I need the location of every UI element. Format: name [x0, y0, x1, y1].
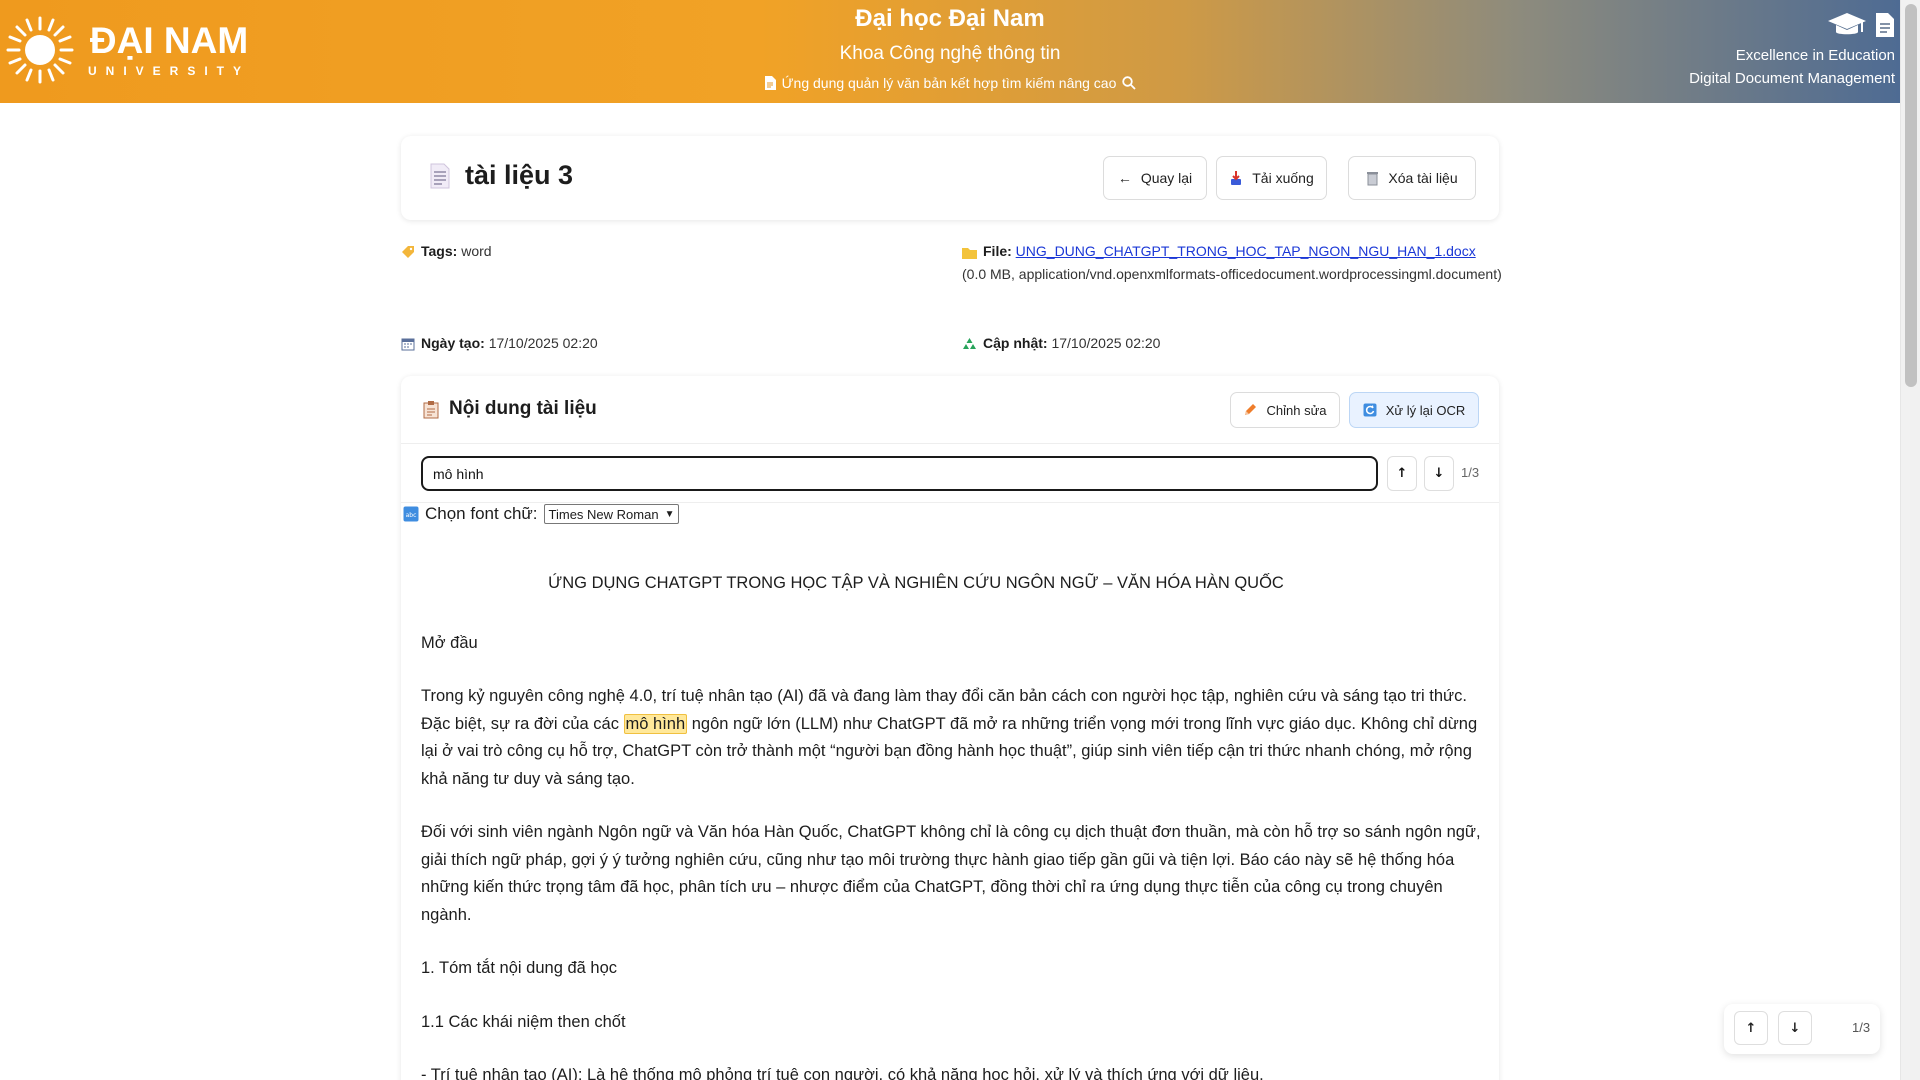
logo-subtitle: UNIVERSITY — [88, 64, 251, 78]
site-tagline: Ứng dụng quản lý văn bản kết hợp tìm kiế… — [781, 75, 1117, 91]
sun-logo-icon — [6, 16, 74, 84]
recycle-icon — [963, 338, 976, 349]
calendar-icon — [401, 338, 415, 351]
logo-name: ĐẠI NAM — [89, 20, 249, 61]
document-title: tài liệu 3 — [465, 160, 574, 190]
back-button-label: Quay lại — [1140, 170, 1193, 186]
site-subtitle: Khoa Công nghệ thông tin — [839, 43, 1061, 64]
arrow-down-icon: ↓ — [1789, 1020, 1801, 1036]
search-icon — [1122, 76, 1137, 90]
file-icon — [1876, 13, 1894, 37]
floating-next-button[interactable]: ↓ — [1778, 1011, 1812, 1045]
next-match-button[interactable]: ↓ — [1424, 456, 1454, 491]
document-icon — [430, 163, 450, 188]
back-button[interactable]: ← Quay lại — [1103, 156, 1207, 200]
header-right-line2: Digital Document Management — [1689, 70, 1895, 87]
tag-icon — [402, 246, 414, 258]
document-heading: ỨNG DỤNG CHATGPT TRONG HỌC TẬP VÀ NGHIÊN… — [548, 574, 1284, 592]
font-chooser-label: Chọn font chữ: — [425, 504, 538, 523]
intro-label: Mở đầu — [421, 633, 478, 652]
svg-text:abc: abc — [406, 512, 417, 519]
university-logo[interactable]: ĐẠI NAM UNIVERSITY — [5, 12, 280, 88]
meta-created: Ngày tạo: 17/10/2025 02:20 — [401, 332, 598, 355]
header-right-line1: Excellence in Education — [1735, 47, 1895, 64]
created-label: Ngày tạo: — [421, 335, 485, 351]
graduation-cap-icon — [1828, 13, 1866, 35]
document-title-card: tài liệu 3 ← Quay lại Tải xuống Xóa tài … — [401, 136, 1499, 220]
section-1-1-heading: 1.1 Các khái niệm then chốt — [421, 1012, 626, 1031]
pencil-icon — [1245, 404, 1257, 415]
reprocess-ocr-label: Xử lý lại OCR — [1385, 402, 1466, 418]
edit-button-label: Chỉnh sửa — [1266, 402, 1327, 418]
content-search-input[interactable] — [421, 456, 1378, 491]
download-button-label: Tải xuống — [1252, 170, 1314, 186]
clipboard-icon — [423, 400, 439, 418]
floating-previous-button[interactable]: ↑ — [1734, 1011, 1768, 1045]
page-scrollbar[interactable] — [1900, 0, 1920, 1080]
paragraph-1: Trong kỷ nguyên công nghệ 4.0, trí tuệ n… — [421, 683, 1483, 793]
refresh-icon — [1363, 403, 1377, 417]
section-1-heading: 1. Tóm tắt nội dung đã học — [421, 959, 617, 977]
bullet-item: - Trí tuệ nhân tạo (AI): Là hệ thống mô … — [421, 1066, 1264, 1080]
meta-file: File: UNG_DUNG_CHATGPT_TRONG_HOC_TAP_NGO… — [962, 240, 1502, 286]
delete-button[interactable]: Xóa tài liệu — [1348, 156, 1476, 200]
updated-label: Cập nhật: — [983, 335, 1048, 351]
floating-match-navigator: ↑ ↓ 1/3 — [1724, 1004, 1880, 1054]
trash-icon — [1367, 171, 1379, 185]
previous-match-button[interactable]: ↑ — [1387, 456, 1417, 491]
reprocess-ocr-button[interactable]: Xử lý lại OCR — [1349, 392, 1479, 428]
arrow-down-icon: ↓ — [1433, 466, 1445, 481]
edit-button[interactable]: Chỉnh sửa — [1230, 392, 1340, 428]
font-chooser: abc Chọn font chữ: Times New Roman ▼ — [403, 504, 680, 524]
download-button[interactable]: Tải xuống — [1216, 156, 1327, 200]
divider — [401, 443, 1499, 444]
tags-value: word — [461, 243, 492, 259]
meta-tags: Tags: word — [401, 240, 492, 263]
arrow-left-icon: ← — [1117, 170, 1132, 186]
floating-match-counter: 1/3 — [1852, 1020, 1871, 1035]
site-title: Đại học Đại Nam — [855, 5, 1045, 32]
updated-value: 17/10/2025 02:20 — [1051, 335, 1161, 351]
created-value: 17/10/2025 02:20 — [488, 335, 598, 351]
file-label: File: — [983, 243, 1012, 259]
file-info: (0.0 MB, application/vnd.openxmlformats-… — [962, 266, 1502, 282]
file-link[interactable]: UNG_DUNG_CHATGPT_TRONG_HOC_TAP_NGON_NGU_… — [1016, 243, 1476, 259]
content-title: Nội dung tài liệu — [449, 398, 597, 419]
meta-updated: Cập nhật: 17/10/2025 02:20 — [962, 332, 1160, 355]
document-icon — [764, 76, 776, 90]
match-counter: 1/3 — [1461, 465, 1480, 480]
document-body: ỨNG DỤNG CHATGPT TRONG HỌC TẬP VÀ NGHIÊN… — [421, 570, 1483, 1080]
arrow-up-icon: ↑ — [1396, 466, 1408, 481]
scrollbar-thumb[interactable] — [1905, 4, 1917, 387]
folder-icon — [962, 248, 977, 259]
delete-button-label: Xóa tài liệu — [1388, 170, 1458, 186]
chevron-down-icon: ▼ — [664, 508, 675, 520]
download-icon — [1231, 171, 1242, 185]
font-select-value: Times New Roman — [548, 506, 659, 522]
paragraph-2: Đối với sinh viên ngành Ngôn ngữ và Văn … — [421, 823, 1481, 924]
tags-label: Tags: — [421, 243, 458, 259]
abc-icon: abc — [403, 506, 419, 522]
search-highlight: mô hình — [623, 713, 688, 734]
divider — [401, 502, 1499, 503]
font-select[interactable]: Times New Roman ▼ — [543, 504, 680, 524]
arrow-up-icon: ↑ — [1745, 1020, 1757, 1036]
app-header: ĐẠI NAM UNIVERSITY Đại học Đại Nam Khoa … — [0, 0, 1900, 103]
